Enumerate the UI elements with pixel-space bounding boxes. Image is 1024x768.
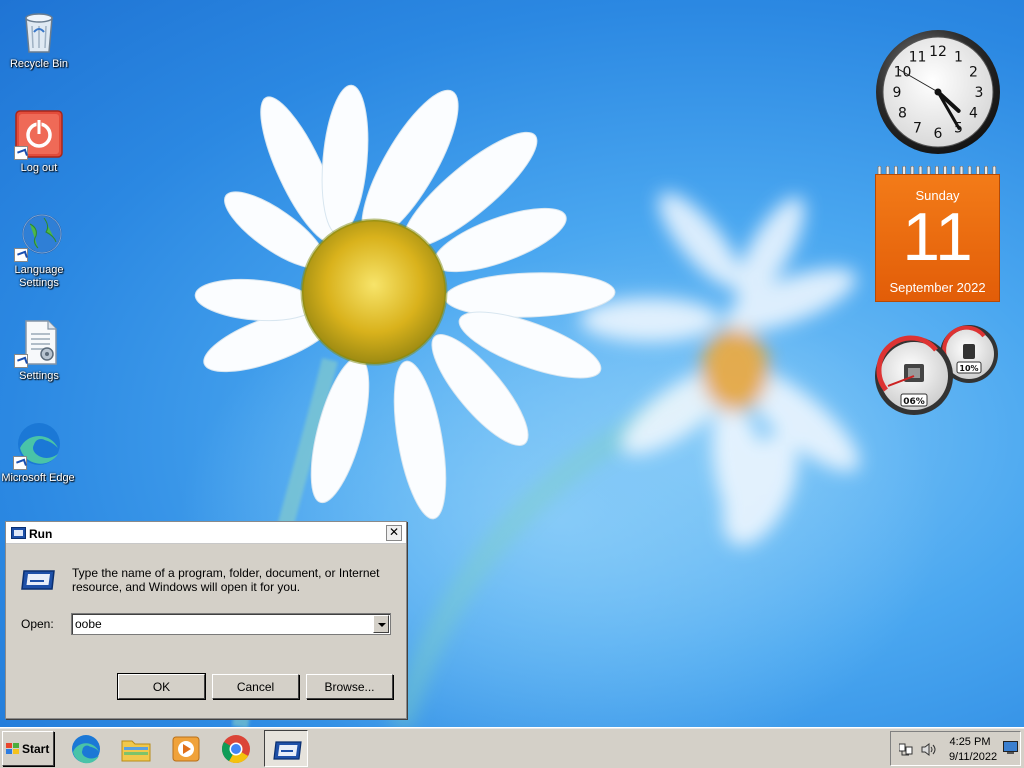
recycle-bin-icon [14, 6, 64, 56]
cpu-meter-dials: 10% 06% [875, 325, 998, 415]
desktop-icon-label: Settings [19, 370, 59, 382]
clock-number: 10 [894, 65, 912, 81]
ok-button[interactable]: OK [117, 673, 206, 700]
run-program-icon [21, 570, 55, 590]
windows-logo-icon [6, 743, 19, 754]
desktop-icon-language-settings[interactable]: Language Settings [1, 212, 77, 290]
close-button[interactable]: ✕ [386, 525, 402, 541]
memory-chip-icon [963, 344, 975, 359]
settings-document-icon [14, 318, 64, 368]
open-input[interactable] [75, 615, 371, 633]
desktop-icon-label: Log out [20, 162, 58, 174]
calendar-gadget[interactable]: Sunday 11 September 2022 [874, 166, 1001, 304]
browse-button[interactable]: Browse... [306, 674, 393, 699]
clock-number: 11 [909, 50, 927, 66]
volume-icon[interactable] [921, 743, 937, 756]
desktop-icon-label: Recycle Bin [9, 58, 69, 70]
calendar-day-number: 11 [902, 199, 973, 275]
network-icon[interactable] [899, 743, 913, 756]
clock-date[interactable]: 9/11/2022 [943, 751, 1003, 763]
taskbar-app-edge[interactable] [64, 730, 108, 767]
clock-number: 8 [898, 106, 907, 122]
run-dialog: Run ✕ Type the name of a program, folder… [5, 521, 407, 719]
desktop-icon-log-out[interactable]: Log out [1, 110, 77, 175]
desktop-icon-recycle-bin[interactable]: Recycle Bin [1, 6, 77, 71]
taskbar: Start 4:25 PM 9/11/2022 [0, 727, 1024, 768]
run-icon [273, 741, 302, 760]
shortcut-arrow-icon [14, 248, 28, 262]
desktop-icon-settings[interactable]: Settings [1, 318, 77, 383]
calendar-month-year: September 2022 [889, 280, 986, 295]
analog-clock-face: 121234567891011 [876, 30, 1000, 154]
calendar-page: Sunday 11 September 2022 [875, 174, 1000, 302]
show-desktop-icon[interactable] [1003, 741, 1018, 755]
clock-center-pin [934, 88, 942, 96]
clock-number: 1 [954, 50, 963, 66]
run-dialog-titlebar[interactable]: Run ✕ [6, 522, 406, 544]
cancel-button[interactable]: Cancel [212, 674, 299, 699]
clock-gadget[interactable]: 121234567891011 [874, 28, 1002, 156]
edge-icon [13, 420, 63, 470]
desktop-icon-label: Language Settings [14, 264, 64, 289]
taskbar-app-file-explorer[interactable] [114, 730, 158, 767]
taskbar-app-run[interactable] [264, 730, 308, 767]
desktop-icon-label: Microsoft Edge [1, 472, 75, 484]
clock-number: 7 [913, 121, 922, 137]
run-icon [11, 527, 26, 539]
media-player-icon [172, 736, 200, 762]
chevron-down-icon[interactable] [373, 615, 389, 633]
folder-icon [121, 740, 151, 762]
clock-number: 12 [929, 44, 947, 60]
desktop-icon-microsoft-edge[interactable]: Microsoft Edge [0, 420, 76, 485]
taskbar-app-media-player[interactable] [164, 730, 208, 767]
run-dialog-description: Type the name of a program, folder, docu… [72, 566, 380, 594]
cpu-meter-gadget[interactable]: 10% 06% [874, 320, 1002, 416]
system-tray: 4:25 PM 9/11/2022 [890, 731, 1021, 766]
power-icon [14, 110, 64, 160]
clock-number: 6 [934, 126, 943, 142]
start-label: Start [22, 742, 50, 756]
edge-icon [72, 735, 100, 764]
clock-number: 3 [975, 85, 984, 101]
memory-percent: 10% [959, 364, 978, 373]
start-button[interactable]: Start [2, 731, 54, 766]
taskbar-app-chrome[interactable] [214, 730, 258, 767]
shortcut-arrow-icon [14, 146, 28, 160]
clock-number: 2 [969, 65, 978, 81]
open-combobox[interactable] [71, 613, 391, 635]
clock-number: 9 [893, 85, 902, 101]
clock-time[interactable]: 4:25 PM [943, 736, 997, 748]
shortcut-arrow-icon [14, 354, 28, 368]
open-label: Open: [21, 617, 54, 631]
run-dialog-title: Run [29, 527, 53, 541]
globe-icon [14, 212, 64, 262]
chrome-icon [222, 735, 250, 763]
shortcut-arrow-icon [13, 456, 27, 470]
cpu-percent: 06% [903, 397, 925, 407]
clock-number: 4 [969, 106, 978, 122]
